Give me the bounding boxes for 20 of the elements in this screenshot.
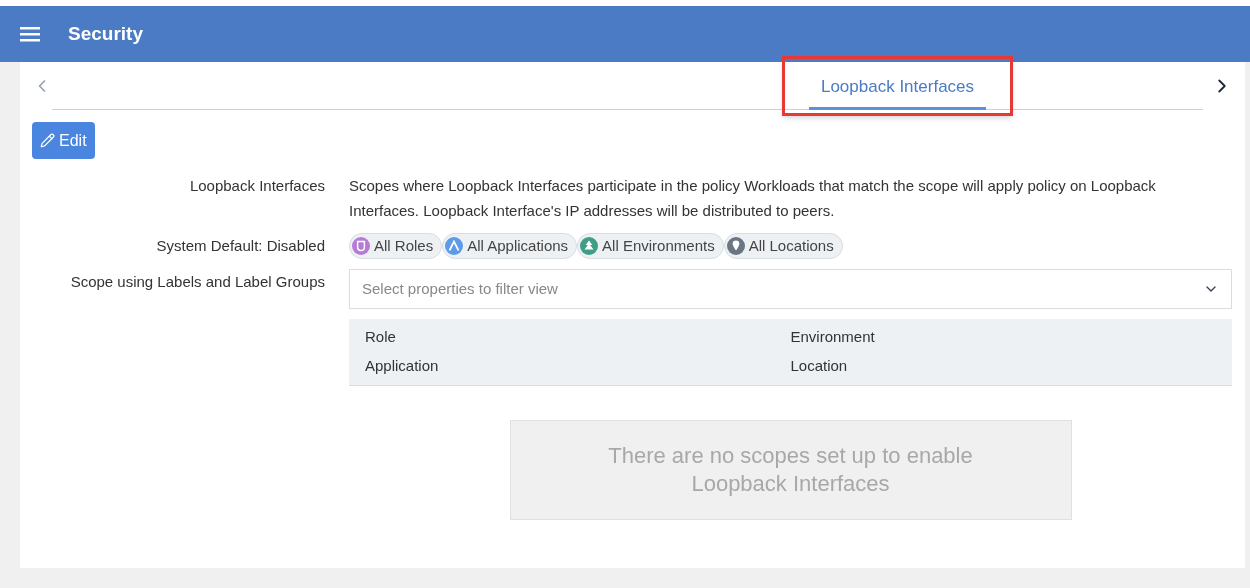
- tab[interactable]: Loopback Interfaces: [808, 61, 987, 111]
- edit-button[interactable]: Edit: [32, 122, 95, 159]
- filter-select[interactable]: Select properties to filter view: [349, 269, 1232, 309]
- legend-item: Environment: [790, 327, 876, 348]
- legend-item: Application: [365, 356, 440, 377]
- label-pill: All Applications: [442, 233, 578, 259]
- filter-placeholder: Select properties to filter view: [362, 278, 558, 299]
- field-label: System Default: Disabled: [155, 236, 325, 256]
- description-text: Scopes where Loopback Interfaces participate in the policy Workloads that match the scope will apply policy on Loopback Interfaces. Loopback Interface's IP addresses will be distributed to peers.: [349, 176, 1157, 221]
- label-pill: All Roles: [349, 233, 443, 259]
- pencil-icon: [40, 133, 55, 148]
- legend-item: Role: [365, 327, 397, 348]
- field-label: Scope using Labels and Label Groups: [69, 272, 325, 292]
- label-pill: All Locations: [723, 233, 843, 259]
- page-title: Security: [68, 21, 143, 46]
- empty-message: There are no scopes set up to enable Loopback Interfaces: [509, 420, 1072, 520]
- menu-icon[interactable]: [20, 26, 40, 42]
- field-label: Loopback Interfaces: [188, 176, 325, 196]
- label-pill: All Environments: [577, 233, 724, 259]
- legend-item: Location: [790, 356, 849, 377]
